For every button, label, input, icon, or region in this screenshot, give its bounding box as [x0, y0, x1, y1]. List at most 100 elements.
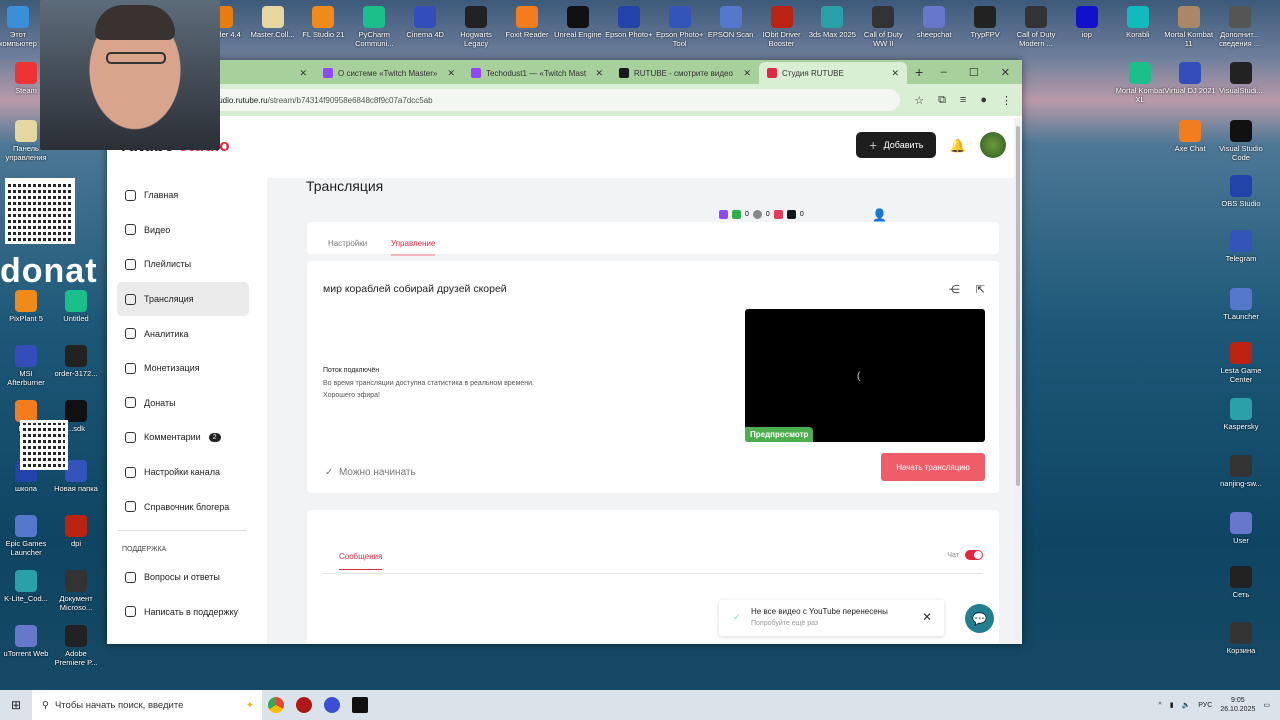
desktop-icon[interactable]: Epic Games Launcher [0, 515, 52, 557]
desktop-icon[interactable]: Axe Chat [1164, 120, 1216, 153]
extensions-icon[interactable]: ⧉ [938, 94, 946, 107]
sidebar-item[interactable]: Вопросы и ответы [117, 560, 249, 595]
desktop-icon[interactable]: MSI Afterburner [0, 345, 52, 387]
close-tab-icon[interactable]: ✕ [299, 68, 307, 79]
desktop-icon[interactable]: nanjing-sw... [1215, 455, 1267, 488]
tab-settings[interactable]: Настройки [328, 239, 367, 248]
sidebar-item[interactable]: Главная [117, 178, 249, 213]
scrollbar[interactable] [1014, 118, 1022, 644]
browser-tab[interactable]: Студия RUTUBE ✕ [759, 62, 907, 84]
close-window-icon[interactable]: ✕ [1001, 66, 1010, 79]
sidebar-item[interactable]: Аналитика [117, 316, 249, 351]
desktop-icon[interactable]: Epson Photo+ [603, 6, 655, 39]
desktop-icon[interactable]: Документ Microso... [50, 570, 102, 612]
desktop-icon[interactable]: Lesta Game Center [1215, 342, 1267, 384]
maximize-icon[interactable]: ☐ [969, 66, 979, 79]
desktop-icon[interactable]: PixPlant 5 [0, 290, 52, 323]
sidebar-item[interactable]: Монетизация [117, 351, 249, 386]
desktop-icon[interactable]: Master.Coll... [247, 6, 299, 39]
desktop-icon[interactable]: Сеть [1215, 566, 1267, 599]
desktop-icon[interactable]: Visual Studio Code [1215, 120, 1267, 162]
clock[interactable]: 9:05 26.10.2025 [1220, 696, 1255, 714]
desktop-icon[interactable]: Дополнит... сведения ... [1214, 6, 1266, 48]
desktop-icon[interactable]: uTorrent Web [0, 625, 52, 658]
browser-tab[interactable]: Techodust1 — «Twitch Mast ✕ [463, 62, 611, 84]
language-indicator[interactable]: РУС [1198, 702, 1212, 709]
minimize-icon[interactable]: – [941, 66, 947, 79]
close-icon[interactable]: ✕ [922, 610, 932, 624]
share-icon[interactable]: ⋲ [949, 283, 960, 296]
sidebar-item[interactable]: Настройки канала [117, 455, 249, 490]
desktop-icon[interactable]: sheepchat [908, 6, 960, 39]
desktop-icon[interactable]: Этот компьютер [0, 6, 44, 48]
platform-icons[interactable]: 0 0 0 [719, 210, 804, 219]
desktop-icon[interactable]: Cinema 4D [399, 6, 451, 39]
avatar[interactable] [980, 132, 1006, 158]
desktop-icon[interactable]: Epson Photo+ Tool [654, 6, 706, 48]
desktop-icon[interactable]: Untitled [50, 290, 102, 323]
desktop-icon[interactable]: Hogwarts Legacy [450, 6, 502, 48]
close-tab-icon[interactable]: ✕ [743, 68, 751, 79]
desktop-icon[interactable]: TLauncher [1215, 288, 1267, 321]
desktop-icon[interactable]: Mortal Kombat 11 [1163, 6, 1215, 48]
sidebar-item[interactable]: Плейлисты [117, 247, 249, 282]
profile-avatar[interactable]: ● [980, 94, 987, 106]
tab-manage[interactable]: Управление [391, 239, 436, 256]
bell-icon[interactable]: 🔔 [950, 138, 966, 154]
menu-icon[interactable]: ⋮ [1001, 94, 1012, 107]
desktop-icon[interactable]: User [1215, 512, 1267, 545]
sidebar-item[interactable]: Справочник блогера [117, 489, 249, 524]
start-stream-button[interactable]: Начать трансляцию [881, 453, 985, 481]
add-button[interactable]: ＋ Добавить [856, 132, 936, 158]
taskbar-search[interactable]: ⚲ Чтобы начать поиск, введите ✦ [32, 690, 262, 720]
sidebar-item[interactable]: Донаты [117, 386, 249, 421]
desktop-icon[interactable]: Telegram [1215, 230, 1267, 263]
desktop-icon[interactable]: Call of Duty WW II [857, 6, 909, 48]
desktop-icon[interactable]: Unreal Engine [552, 6, 604, 39]
tray-chevron-icon[interactable]: ^ [1158, 702, 1161, 709]
browser-tab[interactable]: О системе «Twitch Master» ✕ [315, 62, 463, 84]
desktop-icon[interactable]: OBS Studio [1215, 175, 1267, 208]
app-taskbar-icon[interactable] [318, 690, 346, 720]
desktop-icon[interactable]: IObit Driver Booster [756, 6, 808, 48]
sidebar-item[interactable]: Комментарии 2 [117, 420, 249, 455]
desktop-icon[interactable]: EPSON Scan [705, 6, 757, 39]
desktop-icon[interactable]: Korabli [1112, 6, 1164, 39]
browser-tab[interactable]: RUTUBE - смотрите видео ✕ [611, 62, 759, 84]
desktop-icon[interactable]: FL Studio 21 [297, 6, 349, 39]
app-taskbar-icon[interactable] [290, 690, 318, 720]
url-field[interactable]: studio.rutube.ru/stream/b74314f90958e684… [117, 89, 901, 111]
desktop-icon[interactable]: PyCharm Communi... [348, 6, 400, 48]
close-tab-icon[interactable]: ✕ [447, 68, 455, 79]
desktop-icon[interactable]: 3ds Max 2025 [806, 6, 858, 39]
app-taskbar-icon[interactable] [346, 690, 374, 720]
bookmark-star-icon[interactable]: ☆ [914, 94, 924, 107]
support-chat-button[interactable]: 💬 [965, 604, 994, 633]
desktop-icon[interactable]: Adobe Premiere P... [50, 625, 102, 667]
desktop-icon[interactable]: iop [1061, 6, 1113, 39]
notifications-icon[interactable]: ▭ [1263, 701, 1270, 709]
desktop-icon[interactable]: TrypFPV [959, 6, 1011, 39]
external-link-icon[interactable]: ⇱ [976, 283, 985, 296]
network-icon[interactable]: ▮ [1170, 701, 1174, 709]
desktop-icon[interactable]: VisualStudi... [1215, 62, 1267, 95]
sidebar-item[interactable]: Трансляция [117, 281, 249, 317]
sidebar-item[interactable]: Видео [117, 213, 249, 248]
desktop-icon[interactable]: Virtual DJ 2021 [1164, 62, 1216, 95]
desktop-icon[interactable]: Корзина [1215, 622, 1267, 655]
desktop-icon[interactable]: Mortal Kombat XL [1114, 62, 1166, 104]
windows-start-icon[interactable]: ⊞ [0, 698, 32, 712]
desktop-icon[interactable]: dpi [50, 515, 102, 548]
close-tab-icon[interactable]: ✕ [891, 68, 899, 79]
desktop-icon[interactable]: order-3172... [50, 345, 102, 378]
volume-icon[interactable]: 🔈 [1182, 701, 1191, 709]
reading-list-icon[interactable]: ≡ [960, 94, 966, 106]
sidebar-item[interactable]: Написать в поддержку [117, 595, 249, 630]
desktop-icon[interactable]: Kaspersky [1215, 398, 1267, 431]
stream-preview[interactable]: ( Предпросмотр [745, 309, 985, 442]
new-tab-button[interactable]: + [915, 64, 923, 80]
desktop-icon[interactable]: Call of Duty Modern ... [1010, 6, 1062, 48]
desktop-icon[interactable]: K-Lite_Cod... [0, 570, 52, 603]
user-icon[interactable]: 👤 [872, 208, 887, 222]
desktop-icon[interactable]: Foxit Reader [501, 6, 553, 39]
